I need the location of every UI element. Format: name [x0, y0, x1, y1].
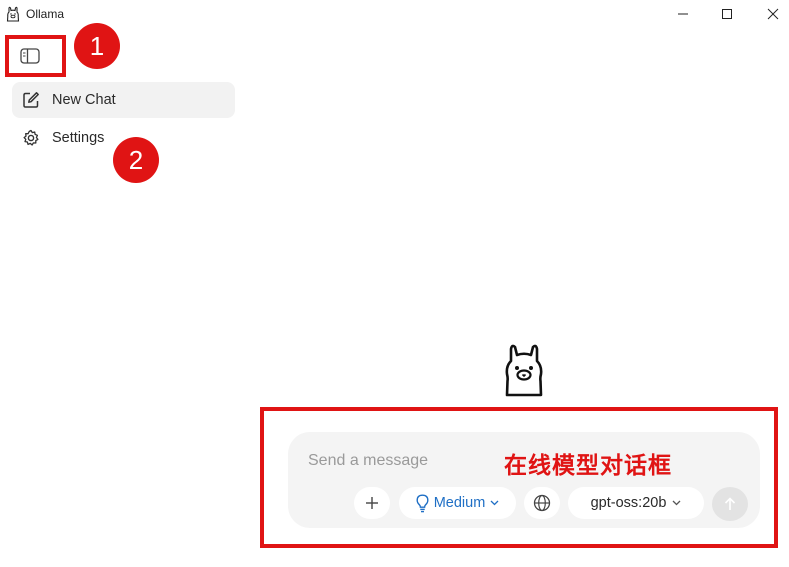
window-title: Ollama	[26, 7, 65, 21]
ollama-window: Ollama New Chat Settings 1 2 Send a mess…	[0, 0, 789, 567]
ollama-app-icon	[6, 6, 20, 22]
globe-icon	[533, 494, 551, 512]
annotation-marker-2: 2	[113, 137, 159, 183]
minimize-icon	[678, 13, 688, 15]
web-search-button[interactable]	[524, 487, 560, 519]
compose-icon	[22, 91, 40, 109]
annotation-composer-caption: 在线模型对话框	[504, 452, 672, 478]
arrow-up-icon	[724, 497, 736, 510]
chevron-down-icon	[490, 500, 499, 506]
lightbulb-icon	[416, 493, 429, 512]
ollama-llama-logo	[505, 344, 543, 397]
annotation-marker-1: 1	[74, 23, 120, 69]
message-input[interactable]	[308, 450, 498, 472]
model-name-label: gpt-oss:20b	[590, 495, 667, 511]
add-attachment-button[interactable]	[354, 487, 390, 519]
plus-icon	[366, 497, 378, 509]
send-button[interactable]	[712, 487, 748, 521]
maximize-icon	[722, 9, 732, 19]
chevron-down-icon	[672, 500, 681, 506]
annotation-box-sidebar-toggle	[5, 35, 66, 77]
minimize-button[interactable]	[660, 0, 706, 28]
gear-icon	[22, 129, 40, 147]
think-level-label: Medium	[433, 495, 486, 511]
model-selector-dropdown[interactable]: gpt-oss:20b	[568, 487, 704, 519]
maximize-button[interactable]	[704, 0, 750, 28]
close-icon	[767, 8, 779, 20]
title-bar: Ollama	[0, 0, 789, 28]
sidebar-item-new-chat[interactable]: New Chat	[12, 82, 235, 118]
sidebar-item-label: New Chat	[52, 92, 116, 108]
sidebar-item-label: Settings	[52, 130, 105, 146]
close-button[interactable]	[750, 0, 789, 28]
think-level-dropdown[interactable]: Medium	[399, 487, 516, 519]
